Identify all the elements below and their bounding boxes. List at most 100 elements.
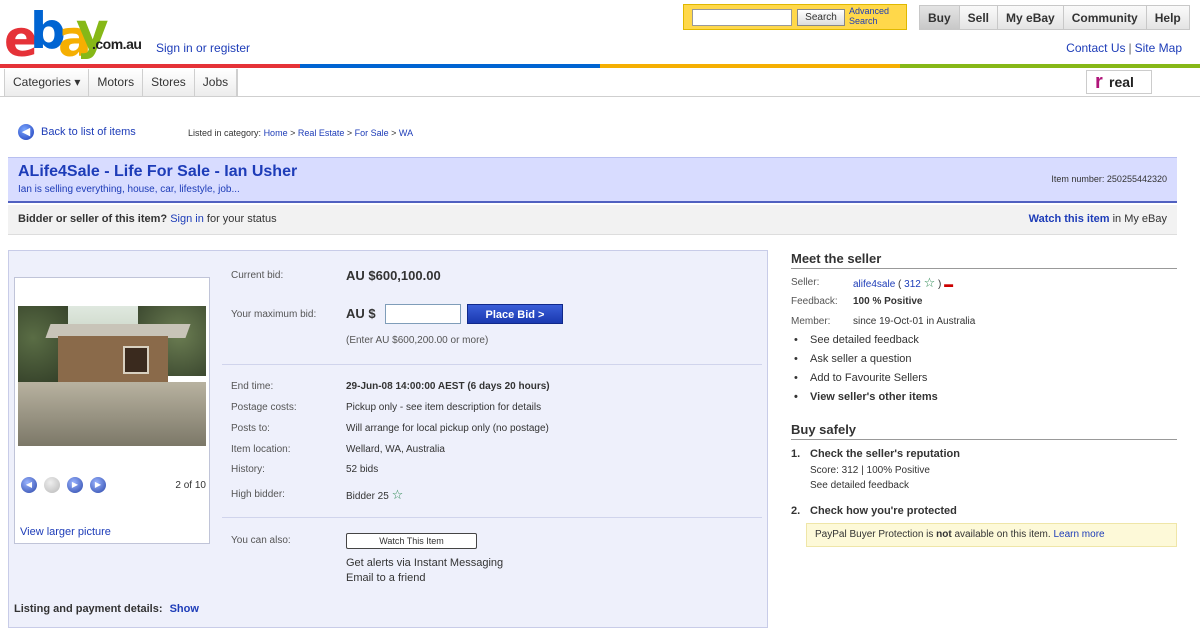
breadcrumb-prefix: Listed in category: [188, 128, 262, 138]
link-separator: | [1128, 41, 1132, 55]
ask-question-link[interactable]: Ask seller a question [794, 353, 912, 365]
you-can-also-label: You can also: [231, 535, 291, 546]
top-links: Contact Us | Site Map [1066, 41, 1182, 55]
divider [791, 268, 1177, 269]
learn-more-link[interactable]: Learn more [1053, 529, 1104, 540]
nav-buy[interactable]: Buy [919, 5, 960, 30]
cat-motors[interactable]: Motors [89, 69, 144, 96]
posts-to-label: Posts to: [231, 423, 270, 434]
end-time-label: End time: [231, 381, 274, 392]
paypal-note-not: not [936, 529, 952, 540]
color-bar-blue [300, 64, 600, 68]
breadcrumb-real-estate[interactable]: Real Estate [298, 128, 345, 138]
seller-score-link[interactable]: 312 [904, 279, 921, 290]
item-photo[interactable] [18, 306, 206, 446]
watch-item-link[interactable]: Watch this item [1029, 213, 1110, 225]
see-feedback-link[interactable]: See detailed feedback [794, 334, 919, 346]
watch-item-top: Watch this item in My eBay [1029, 213, 1167, 225]
bidder-status-question: Bidder or seller of this item? [18, 213, 168, 225]
other-items-link[interactable]: View seller's other items [794, 391, 938, 403]
member-label: Member: [791, 316, 831, 327]
listing-details-show-link[interactable]: Show [166, 603, 199, 615]
feedback-star-icon: ☆ [923, 275, 936, 290]
postage-label: Postage costs: [231, 402, 297, 413]
seller-name-link[interactable]: alife4sale [853, 279, 895, 290]
instant-messaging-alerts-link[interactable]: Get alerts via Instant Messaging [346, 557, 503, 569]
postage-value: Pickup only - see item description for d… [346, 402, 542, 413]
search-input[interactable] [692, 9, 792, 26]
previous-photo-icon[interactable]: ◀ [21, 477, 37, 493]
cat-stores[interactable]: Stores [143, 69, 195, 96]
back-arrow-icon[interactable]: ◀ [18, 124, 34, 140]
max-bid-input[interactable] [385, 304, 461, 324]
next-photo-icon[interactable]: ▶ [90, 477, 106, 493]
step-1-feedback-link[interactable]: See detailed feedback [810, 480, 909, 491]
nav-community[interactable]: Community [1063, 5, 1147, 30]
add-favourite-link[interactable]: Add to Favourite Sellers [794, 372, 927, 384]
nav-help[interactable]: Help [1146, 5, 1190, 30]
logo-letter: b [30, 2, 66, 60]
step-2-title: Check how you're protected [810, 505, 957, 517]
ebay-logo[interactable]: e b a y [4, 2, 154, 68]
category-bar: Categories ▾ Motors Stores Jobs [4, 69, 239, 97]
partner-logo[interactable]: r real [1086, 70, 1152, 94]
paypal-note-pre: PayPal Buyer Protection is [815, 529, 934, 540]
categories-menu[interactable]: Categories ▾ [5, 69, 90, 96]
high-bidder-value: Bidder 25 ☆ [346, 487, 403, 503]
list-item[interactable]: Ask seller a question [794, 353, 912, 365]
breadcrumb-for-sale[interactable]: For Sale [355, 128, 389, 138]
list-item[interactable]: View seller's other items [794, 391, 938, 403]
search-button[interactable]: Search [797, 9, 845, 26]
step-2-number: 2. [791, 505, 801, 517]
item-location-value: Wellard, WA, Australia [346, 444, 445, 455]
view-larger-picture-link[interactable]: View larger picture [20, 526, 111, 538]
step-1-title: Check the seller's reputation [810, 448, 960, 460]
feedback-star-icon: ☆ [391, 487, 404, 502]
currency-prefix: AU $ [346, 306, 376, 321]
photo-count: 2 of 10 [175, 480, 206, 491]
sign-in-link[interactable]: Sign in or register [156, 41, 250, 55]
status-sign-in-link[interactable]: Sign in [170, 213, 204, 225]
feedback-label: Feedback: [791, 296, 838, 307]
bid-hint: (Enter AU $600,200.00 or more) [346, 335, 489, 346]
place-bid-button[interactable]: Place Bid > [467, 304, 563, 324]
divider [222, 364, 762, 365]
partner-logo-icon: r [1095, 71, 1103, 93]
advanced-search-link[interactable]: Advanced Search [849, 6, 905, 26]
history-label: History: [231, 464, 265, 475]
listing-details: Listing and payment details: Show [14, 603, 199, 615]
brand-color-bar [0, 64, 1200, 68]
power-seller-icon: ▬ [944, 279, 954, 289]
logo-domain: .com.au [92, 36, 142, 52]
site-map-link[interactable]: Site Map [1135, 41, 1182, 55]
item-title-band: ALife4Sale - Life For Sale - Ian Usher I… [8, 157, 1177, 203]
cat-jobs[interactable]: Jobs [194, 69, 238, 96]
breadcrumb-wa[interactable]: WA [399, 128, 413, 138]
color-bar-red [0, 64, 300, 68]
feedback-value: 100 % Positive [853, 296, 923, 307]
item-title: ALife4Sale - Life For Sale - Ian Usher [18, 163, 298, 180]
color-bar-green [900, 64, 1200, 68]
play-icon[interactable]: ▶ [67, 477, 83, 493]
divider [222, 517, 762, 518]
nav-sell[interactable]: Sell [959, 5, 999, 30]
list-item[interactable]: Add to Favourite Sellers [794, 372, 927, 384]
watch-this-item-button[interactable]: Watch This Item [346, 533, 477, 549]
logo-letter: e [4, 10, 38, 68]
pause-icon[interactable] [44, 477, 60, 493]
color-bar-yellow [600, 64, 900, 68]
item-number: Item number: 250255442320 [1051, 174, 1167, 184]
list-item[interactable]: See detailed feedback [794, 334, 919, 346]
step-1-number: 1. [791, 448, 801, 460]
photo-viewer: ◀ ▶ ▶ 2 of 10 View larger picture [14, 277, 210, 544]
contact-us-link[interactable]: Contact Us [1066, 41, 1125, 55]
back-to-list-link[interactable]: Back to list of items [41, 126, 136, 138]
email-to-friend-link[interactable]: Email to a friend [346, 572, 425, 584]
step-1-score: Score: 312 | 100% Positive [810, 465, 930, 476]
high-bidder-label: High bidder: [231, 489, 285, 500]
end-time-value: 29-Jun-08 14:00:00 AEST (6 days 20 hours… [346, 381, 550, 392]
nav-my-ebay[interactable]: My eBay [998, 5, 1064, 30]
bid-history-link[interactable]: 52 bids [346, 464, 378, 475]
high-bidder-name: Bidder 25 [346, 491, 389, 502]
breadcrumb-home[interactable]: Home [264, 128, 288, 138]
